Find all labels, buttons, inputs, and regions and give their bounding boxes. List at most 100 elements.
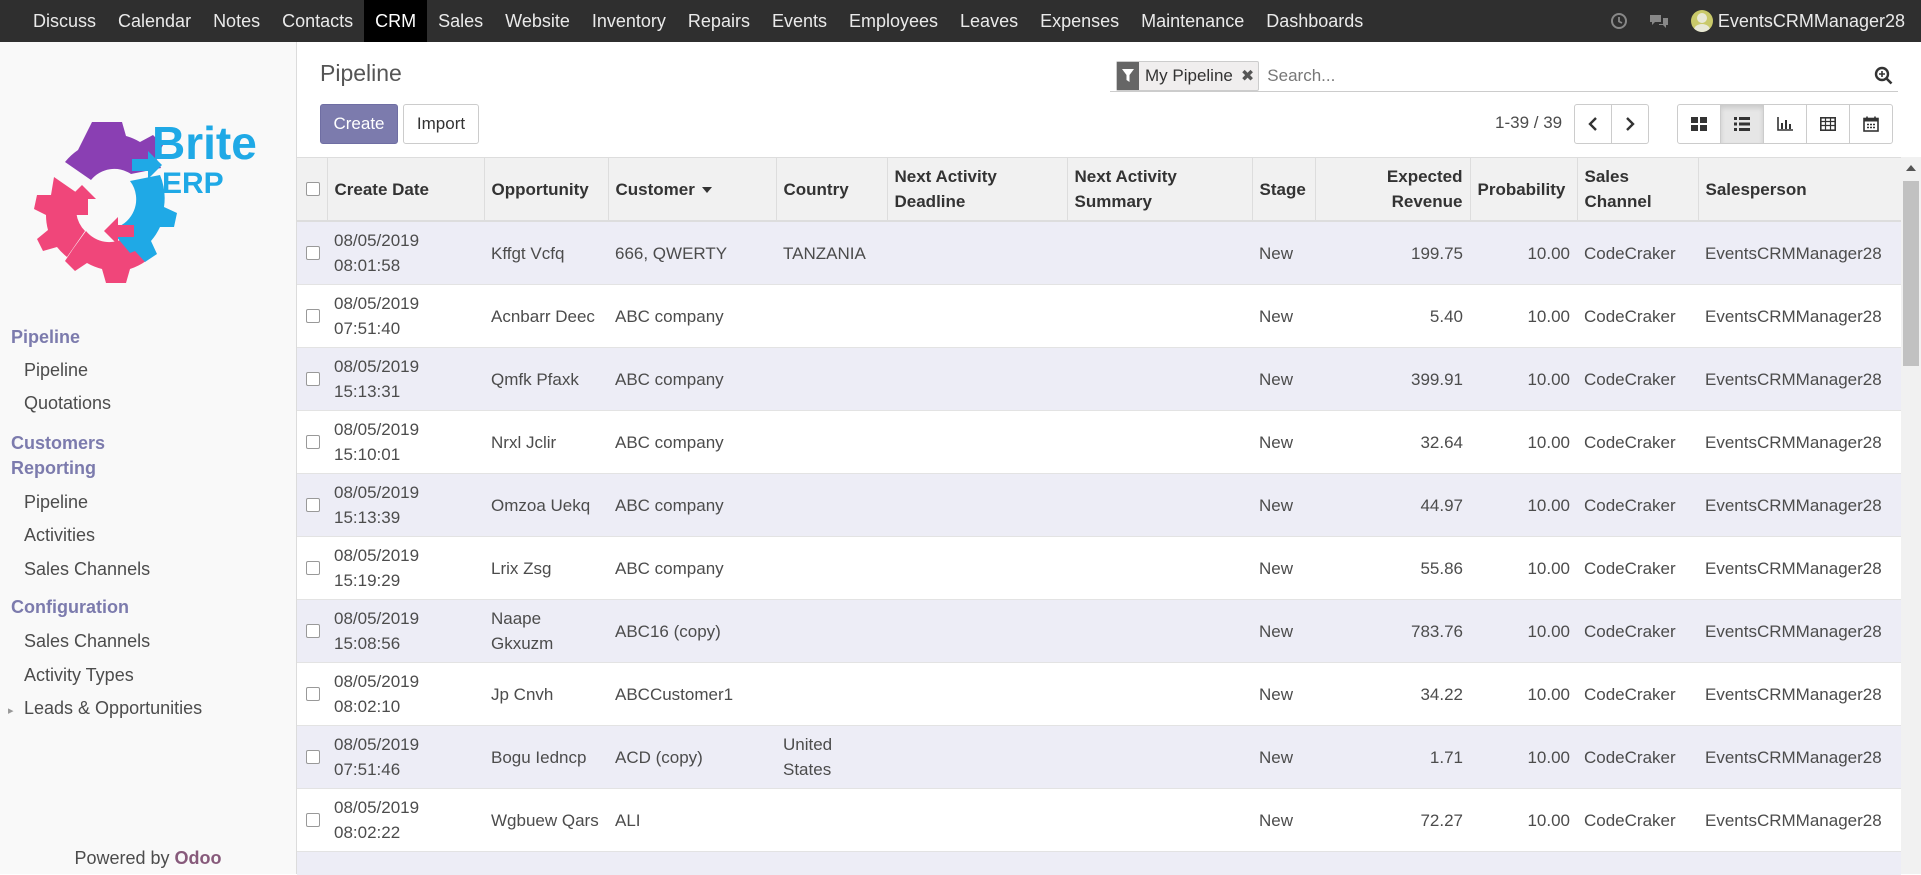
column-header-customer[interactable]: Customer [608,158,776,221]
sidebar-item-reporting-pipeline[interactable]: Pipeline [24,492,88,513]
cell-next-activity-summary [1067,726,1252,789]
row-checkbox[interactable] [306,498,320,512]
app-menu-item-leaves[interactable]: Leaves [949,0,1029,42]
column-header-salesperson[interactable]: Salesperson [1698,158,1901,221]
pivot-view-button[interactable] [1806,104,1850,144]
kanban-view-button[interactable] [1677,104,1721,144]
row-checkbox[interactable] [306,561,320,575]
app-menu-item-notes[interactable]: Notes [202,0,271,42]
table-row[interactable]: 08/05/201915:13:31Qmfk PfaxkABC companyN… [297,348,1901,411]
row-checkbox[interactable] [306,624,320,638]
calendar-view-button[interactable] [1849,104,1893,144]
cell-next-activity-deadline [887,411,1067,474]
table-row[interactable]: 08/05/201908:02:10Jp CnvhABCCustomer1New… [297,663,1901,726]
sidebar-item-config-sales-channels[interactable]: Sales Channels [24,631,150,652]
row-checkbox[interactable] [306,813,320,827]
row-checkbox[interactable] [306,750,320,764]
cell-next-activity-deadline [887,663,1067,726]
app-menu-item-crm[interactable]: CRM [364,0,427,42]
filter-facet[interactable]: My Pipeline ✖ [1116,61,1259,91]
cell-sales-channel: CodeCraker [1577,726,1698,789]
row-select-cell [297,663,327,726]
app-menu-item-expenses[interactable]: Expenses [1029,0,1130,42]
cell-next-activity-summary [1067,663,1252,726]
clock-icon[interactable] [1608,10,1630,32]
table-row[interactable]: 08/05/201908:01:58Kffgt Vcfq666, QWERTYT… [297,221,1901,285]
cell-expected-revenue: 72.27 [1315,789,1470,852]
cell-next-activity-summary [1067,537,1252,600]
table-row[interactable]: 08/05/2019 [297,852,1901,875]
column-header-stage[interactable]: Stage [1252,158,1315,221]
user-menu[interactable]: EventsCRMManager28 [1691,10,1905,32]
cell-create-date-day: 08/05/2019 [334,606,477,631]
pager-value[interactable]: 1-39 / 39 [1495,113,1562,133]
row-checkbox[interactable] [306,309,320,323]
scroll-up-icon[interactable] [1906,165,1916,171]
list-view-button[interactable] [1720,104,1764,144]
pager-next-button[interactable] [1611,104,1649,144]
column-header-sales-channel[interactable]: Sales Channel [1577,158,1698,221]
row-checkbox[interactable] [306,435,320,449]
graph-view-button[interactable] [1763,104,1807,144]
table-row[interactable]: 08/05/201907:51:40Acnbarr DeecABC compan… [297,285,1901,348]
sidebar-item-pipeline[interactable]: Pipeline [24,360,88,381]
column-header-create-date[interactable]: Create Date [327,158,484,221]
app-menu-item-repairs[interactable]: Repairs [677,0,761,42]
cell-create-date: 08/05/201907:51:40 [327,285,484,348]
search-input[interactable] [1265,65,1872,87]
sidebar-item-quotations[interactable]: Quotations [24,393,111,414]
cell-stage: New [1252,221,1315,285]
row-checkbox[interactable] [306,687,320,701]
cell-opportunity: Lrix Zsg [484,537,608,600]
select-all-checkbox[interactable] [306,182,320,196]
chat-icon[interactable] [1648,10,1670,32]
sidebar-item-activities[interactable]: Activities [24,525,95,546]
sidebar-item-activity-types[interactable]: Activity Types [24,665,134,686]
sidebar-item-leads-opportunities[interactable]: Leads & Opportunities [24,698,202,719]
cell-country: TANZANIA [776,221,887,285]
cell-stage: New [1252,411,1315,474]
close-icon[interactable]: ✖ [1237,62,1258,90]
app-menu-item-inventory[interactable]: Inventory [581,0,677,42]
table-row[interactable]: 08/05/201907:51:46Bogu IedncpACD (copy)U… [297,726,1901,789]
column-header-country[interactable]: Country [776,158,887,221]
app-menu-item-sales[interactable]: Sales [427,0,494,42]
pager-previous-button[interactable] [1574,104,1612,144]
column-header-next-activity-deadline[interactable]: Next Activity Deadline [887,158,1067,221]
row-checkbox[interactable] [306,246,320,260]
odoo-link[interactable]: Odoo [175,848,222,868]
app-menu-item-website[interactable]: Website [494,0,581,42]
table-row[interactable]: 08/05/201915:08:56Naape GkxuzmABC16 (cop… [297,600,1901,663]
cell-country [776,537,887,600]
sidebar-section-configuration[interactable]: Configuration [11,595,129,620]
app-menu-item-events[interactable]: Events [761,0,838,42]
table-header-row: Create Date Opportunity Customer Country… [297,158,1901,221]
column-header-probability[interactable]: Probability [1470,158,1577,221]
table-row[interactable]: 08/05/201915:13:39Omzoa UekqABC companyN… [297,474,1901,537]
table-row[interactable]: 08/05/201908:02:22Wgbuew QarsALINew72.27… [297,789,1901,852]
column-header-next-activity-summary[interactable]: Next Activity Summary [1067,158,1252,221]
sidebar-section-pipeline[interactable]: Pipeline [11,325,80,350]
app-menu-item-employees[interactable]: Employees [838,0,949,42]
sidebar-item-reporting-sales-channels[interactable]: Sales Channels [24,559,150,580]
app-menu-item-dashboards[interactable]: Dashboards [1255,0,1374,42]
scrollbar-thumb[interactable] [1903,181,1919,366]
import-button[interactable]: Import [403,104,479,144]
app-menu-item-discuss[interactable]: Discuss [22,0,107,42]
column-header-expected-revenue[interactable]: Expected Revenue [1315,158,1470,221]
sidebar-section-customers-reporting-line2: Reporting [11,456,105,481]
cell-salesperson: EventsCRMManager28 [1698,663,1901,726]
scrollbar[interactable] [1901,157,1921,874]
app-menu-item-calendar[interactable]: Calendar [107,0,202,42]
app-menu-item-contacts[interactable]: Contacts [271,0,364,42]
cell-create-date-day: 08/05/2019 [334,795,477,820]
sidebar-section-customers-reporting[interactable]: Customers Reporting [11,431,105,481]
search-icon[interactable] [1872,64,1896,88]
table-row[interactable]: 08/05/201915:10:01Nrxl JclirABC companyN… [297,411,1901,474]
row-select-cell [297,411,327,474]
row-checkbox[interactable] [306,372,320,386]
create-button[interactable]: Create [320,104,398,144]
column-header-opportunity[interactable]: Opportunity [484,158,608,221]
table-row[interactable]: 08/05/201915:19:29Lrix ZsgABC companyNew… [297,537,1901,600]
app-menu-item-maintenance[interactable]: Maintenance [1130,0,1255,42]
